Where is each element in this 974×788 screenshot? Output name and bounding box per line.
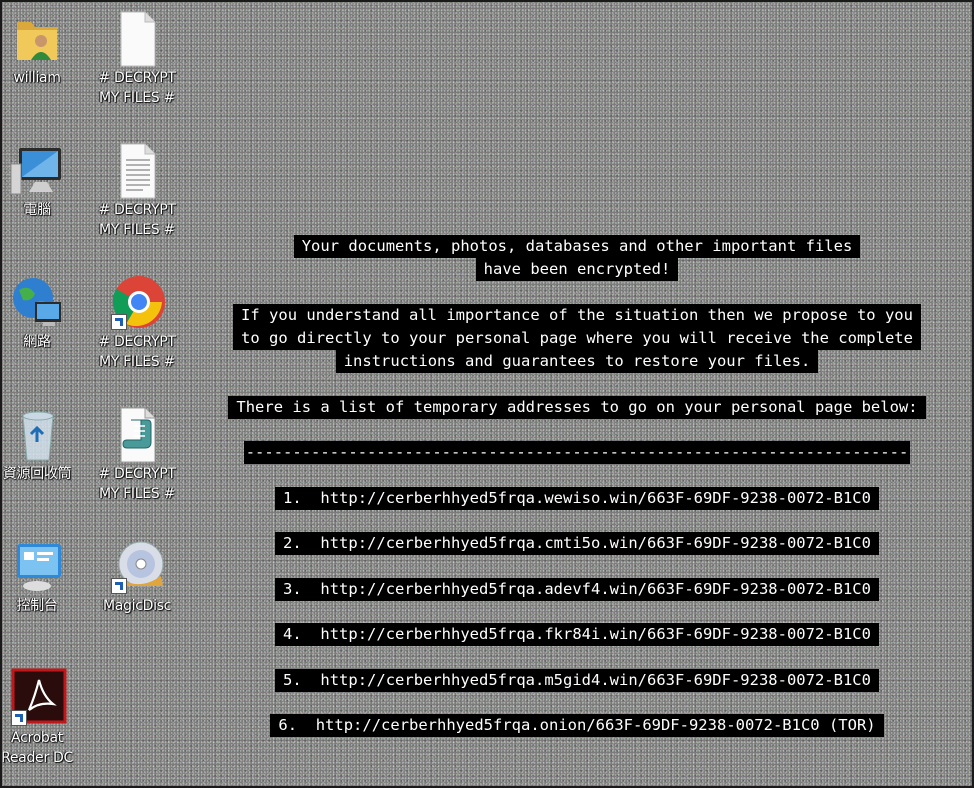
address-text: 4. http://cerberhhyed5frqa.fkr84i.win/66…	[275, 623, 879, 646]
paragraph-line-3: instructions and guarantees to restore y…	[335, 350, 819, 373]
icon-label: william	[13, 70, 61, 86]
icon-label: # DECRYPT MY FILES #	[98, 466, 176, 502]
shortcut-arrow-icon	[111, 578, 127, 594]
desktop-icon-computer[interactable]: 電腦	[0, 140, 82, 220]
script-file-icon	[107, 404, 167, 464]
address-text: 6. http://cerberhhyed5frqa.onion/663F-69…	[270, 714, 884, 737]
desktop-icon-acrobat[interactable]: Acrobat Reader DC	[0, 668, 82, 768]
address-text: 3. http://cerberhhyed5frqa.adevf4.win/66…	[275, 578, 879, 601]
address-text: 5. http://cerberhhyed5frqa.m5gid4.win/66…	[275, 669, 879, 692]
text-document-icon	[107, 140, 167, 200]
address-item-5: 5. http://cerberhhyed5frqa.m5gid4.win/66…	[180, 669, 974, 692]
icon-label: 網路	[23, 334, 51, 350]
blank-document-icon	[107, 8, 167, 68]
separator-text: ----------------------------------------…	[243, 441, 911, 464]
address-text: 1. http://cerberhhyed5frqa.wewiso.win/66…	[275, 487, 879, 510]
address-list-intro: There is a list of temporary addresses t…	[180, 396, 974, 419]
chrome-icon	[107, 272, 167, 332]
user-folder-icon	[7, 8, 67, 68]
shortcut-arrow-icon	[111, 314, 127, 330]
icon-label: # DECRYPT MY FILES #	[98, 202, 176, 238]
network-globe-icon	[7, 272, 67, 332]
icon-label: 控制台	[16, 598, 58, 614]
headline-line-2: have been encrypted!	[475, 258, 679, 281]
acrobat-pdf-icon	[7, 668, 67, 728]
address-item-4: 4. http://cerberhhyed5frqa.fkr84i.win/66…	[180, 623, 974, 646]
address-text: 2. http://cerberhhyed5frqa.cmti5o.win/66…	[275, 532, 879, 555]
desktop-icon-decrypt-txt[interactable]: # DECRYPT MY FILES #	[92, 8, 182, 108]
paragraph-line-2: to go directly to your personal page whe…	[233, 327, 921, 350]
control-panel-icon	[7, 536, 67, 596]
list-intro-text: There is a list of temporary addresses t…	[228, 396, 926, 419]
ransom-paragraph: If you understand all importance of the …	[180, 304, 974, 373]
computer-icon	[7, 140, 67, 200]
desktop-icon-decrypt-vbs[interactable]: # DECRYPT MY FILES #	[92, 404, 182, 504]
shortcut-arrow-icon	[11, 710, 27, 726]
icon-label: MagicDisc	[102, 598, 172, 614]
desktop-icon-recycle-bin[interactable]: 資源回收筒	[0, 404, 82, 484]
desktop-icon-control-panel[interactable]: 控制台	[0, 536, 82, 616]
icon-label: 電腦	[23, 202, 51, 218]
icon-label: Acrobat Reader DC	[1, 730, 73, 766]
address-item-1: 1. http://cerberhhyed5frqa.wewiso.win/66…	[180, 487, 974, 510]
icon-label: # DECRYPT MY FILES #	[98, 70, 176, 106]
ransom-headline: Your documents, photos, databases and ot…	[180, 235, 974, 281]
recycle-bin-icon	[7, 404, 67, 464]
icon-label: 資源回收筒	[2, 466, 72, 482]
address-item-6: 6. http://cerberhhyed5frqa.onion/663F-69…	[180, 714, 974, 737]
headline-line-1: Your documents, photos, databases and ot…	[293, 235, 861, 258]
desktop-icon-network[interactable]: 網路	[0, 272, 82, 352]
address-item-2: 2. http://cerberhhyed5frqa.cmti5o.win/66…	[180, 532, 974, 555]
desktop-icon-magicdisc[interactable]: MagicDisc	[92, 536, 182, 616]
address-item-3: 3. http://cerberhhyed5frqa.adevf4.win/66…	[180, 578, 974, 601]
desktop-icon-user-folder[interactable]: william	[0, 8, 82, 88]
icon-label: # DECRYPT MY FILES #	[98, 334, 176, 370]
disc-icon	[107, 536, 167, 596]
paragraph-line-1: If you understand all importance of the …	[233, 304, 921, 327]
separator-line: ----------------------------------------…	[180, 441, 974, 464]
desktop-icon-chrome-decrypt[interactable]: # DECRYPT MY FILES #	[92, 272, 182, 372]
desktop-icon-decrypt-html[interactable]: # DECRYPT MY FILES #	[92, 140, 182, 240]
